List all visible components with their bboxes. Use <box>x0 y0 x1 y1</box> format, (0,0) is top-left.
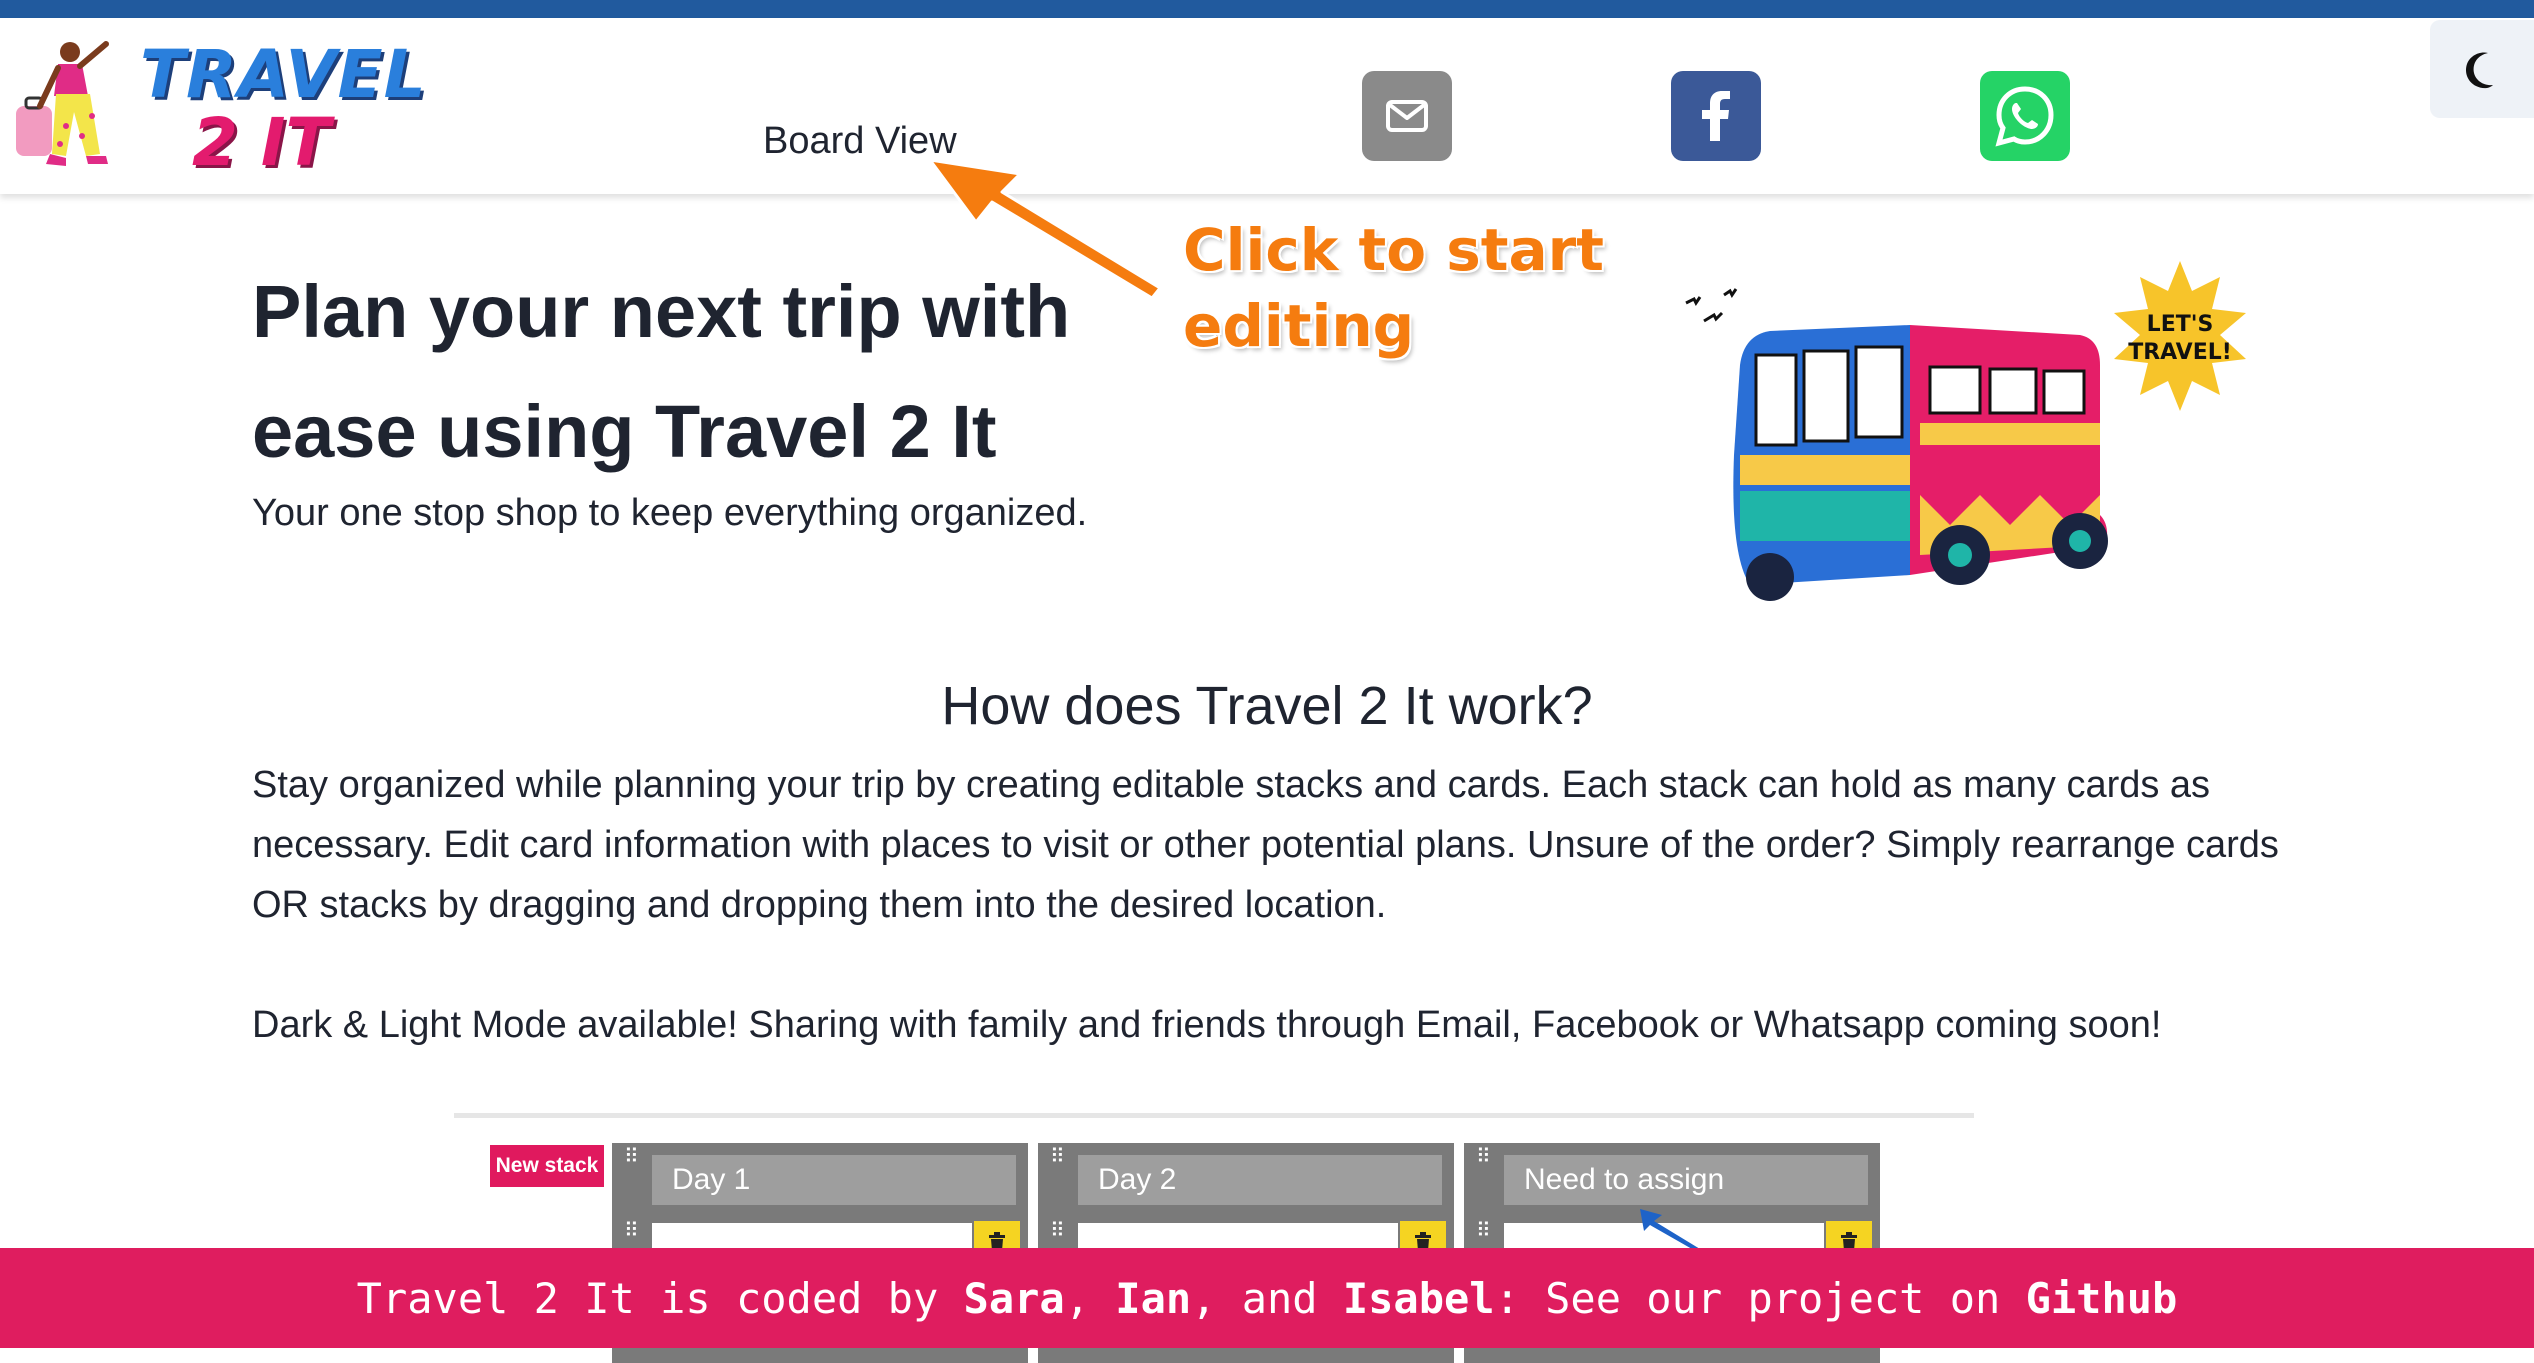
how-it-works-body: Stay organized while planning your trip … <box>252 764 2279 926</box>
stack-title[interactable]: Day 1 <box>652 1155 1016 1205</box>
site-header: TRAVEL 2 IT Board View <box>0 18 2534 194</box>
hero-title: Plan your next trip with ease using Trav… <box>252 270 1071 473</box>
author-isabel: Isabel <box>1342 1273 1495 1323</box>
features-note: Dark & Light Mode available! Sharing wit… <box>252 1004 2162 1046</box>
whatsapp-share-button[interactable] <box>1980 71 2070 161</box>
how-it-works-title: How does Travel 2 It work? <box>941 676 1593 736</box>
drag-handle-icon[interactable]: ⠿ <box>1476 1146 1496 1181</box>
hint-arrow-icon <box>1640 1209 1700 1249</box>
site-footer: Travel 2 It is coded by Sara, Ian, and I… <box>0 1248 2534 1348</box>
footer-mid: : See our project on <box>1494 1273 2026 1323</box>
whatsapp-icon <box>1995 86 2054 147</box>
badge-line1: LET'S <box>2147 312 2214 337</box>
drag-handle-icon[interactable]: ⠿ <box>1050 1146 1070 1181</box>
hero-subtitle: Your one stop shop to keep everything or… <box>252 492 1088 534</box>
drag-handle-icon[interactable]: ⠿ <box>624 1146 644 1181</box>
github-link[interactable]: Github <box>2026 1274 2178 1323</box>
stack-title[interactable]: Need to assign <box>1504 1155 1868 1205</box>
badge-line2: TRAVEL! <box>2128 340 2232 365</box>
edit-hint-annotation: Click to start editing <box>1183 212 1604 364</box>
card-drag-handle-icon[interactable]: ⠿ <box>1476 1220 1491 1240</box>
card-drag-handle-icon[interactable]: ⠿ <box>624 1220 639 1240</box>
logo-text-2it: 2 IT <box>192 104 331 181</box>
card-drag-handle-icon[interactable]: ⠿ <box>1050 1220 1065 1240</box>
footer-prefix: Travel 2 It is coded by <box>356 1273 964 1323</box>
traveler-illustration <box>16 41 109 166</box>
section-divider <box>454 1113 1974 1118</box>
board-view-link[interactable]: Board View <box>763 120 957 163</box>
annotation-line1: Click to start <box>1183 216 1604 284</box>
footer-sep2: , and <box>1191 1273 1343 1323</box>
top-accent-bar <box>0 0 2534 18</box>
author-sara: Sara <box>963 1273 1065 1323</box>
new-stack-button[interactable]: New stack <box>490 1145 604 1187</box>
logo-text-travel: TRAVEL <box>140 36 427 113</box>
footer-sep1: , <box>1064 1273 1116 1323</box>
travel-bus-illustration: LET'S TRAVEL! <box>1685 261 2246 601</box>
mail-icon <box>1386 100 1428 132</box>
email-share-button[interactable] <box>1362 71 1452 161</box>
annotation-line2: editing <box>1183 292 1415 360</box>
theme-toggle-button[interactable] <box>2430 20 2534 118</box>
facebook-icon <box>1702 91 1730 141</box>
facebook-share-button[interactable] <box>1671 71 1761 161</box>
stack-title[interactable]: Day 2 <box>1078 1155 1442 1205</box>
author-ian: Ian <box>1115 1273 1192 1323</box>
moon-icon <box>2466 52 2493 89</box>
travel2it-logo[interactable]: TRAVEL 2 IT <box>10 26 426 186</box>
